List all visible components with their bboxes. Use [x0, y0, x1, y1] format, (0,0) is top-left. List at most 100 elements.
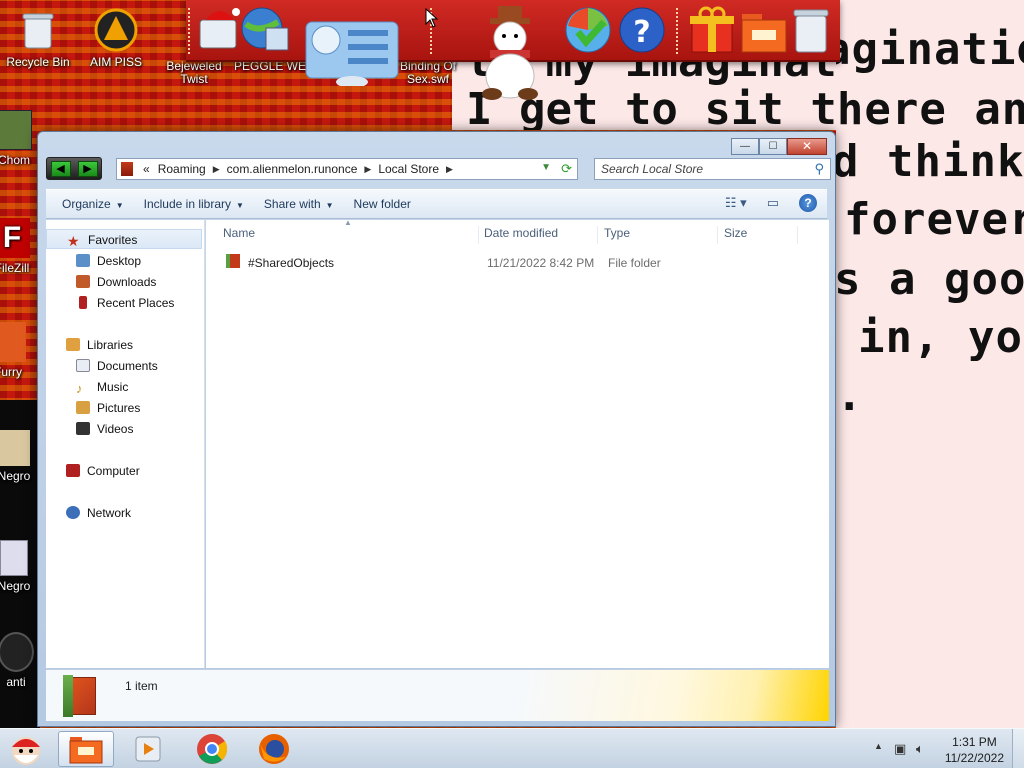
downloads-icon [76, 275, 90, 288]
address-bar[interactable]: « Roaming ▶ com.alienmelon.runonce ▶ Loc… [116, 158, 578, 180]
change-view-icon[interactable]: ☷ ▾ [725, 195, 747, 211]
sidebar-item-label: Pictures [97, 401, 141, 415]
column-header-type[interactable]: Type [598, 226, 718, 244]
view-buttons: ☷ ▾ ▭ ? [713, 194, 817, 212]
taskbar-firefox-button[interactable] [246, 731, 302, 767]
dock-help-icon[interactable]: ? [618, 4, 670, 56]
explorer-window: — ☐ ✕ ◀ ▶ « Roaming ▶ com.alienmelon.run… [37, 131, 836, 727]
aim-desktop-icon[interactable]: AIM PISS [78, 8, 154, 69]
sidebar-item-documents[interactable]: Documents [76, 356, 158, 376]
breadcrumb-com-alienmelon[interactable]: com.alienmelon.runonce [227, 162, 358, 176]
sidebar-item-music[interactable]: ♪ Music [76, 377, 128, 397]
breadcrumb-arrow-icon[interactable]: ▶ [213, 164, 220, 175]
column-header-name[interactable]: Name [217, 226, 479, 244]
desktop-icon-label: AIM PISS [89, 55, 142, 69]
sidebar-item-label: Documents [97, 359, 158, 373]
show-desktop-button[interactable] [1012, 729, 1024, 768]
dock-recycle-bin-icon[interactable] [786, 4, 838, 56]
dock-snowman-icon[interactable] [476, 6, 546, 106]
aimp-icon [94, 8, 138, 52]
taskbar-chrome-button[interactable] [184, 731, 240, 767]
dock-separator [188, 8, 190, 54]
table-row[interactable]: #SharedObjects 11/21/2022 8:42 PM File f… [216, 252, 816, 274]
sidebar-item-libraries[interactable]: Libraries [66, 335, 133, 355]
search-input[interactable]: Search Local Store ⚲ [594, 158, 831, 180]
file-list: ▲ Name Date modified Type Size #SharedOb… [206, 218, 829, 668]
sidebar-item-downloads[interactable]: Downloads [76, 272, 156, 292]
wallpaper-line: in, you [858, 312, 1024, 363]
filezilla-desktop-icon[interactable]: F FileZill [0, 218, 42, 275]
breadcrumb-overflow[interactable]: « [143, 162, 150, 176]
dock-windows-check-icon[interactable] [562, 4, 614, 56]
dock-control-panel-icon[interactable] [304, 18, 402, 88]
back-forward-buttons: ◀ ▶ [46, 157, 102, 180]
breadcrumb-local-store[interactable]: Local Store [378, 162, 439, 176]
sidebar-item-computer[interactable]: Computer [66, 461, 140, 481]
sidebar-item-favorites[interactable]: ★ Favorites [46, 229, 202, 249]
furry-desktop-icon[interactable]: Furry [0, 322, 38, 379]
refresh-icon[interactable]: ⟳ [561, 161, 572, 177]
help-icon[interactable]: ? [799, 194, 817, 212]
dock-globe-icon[interactable] [238, 4, 290, 56]
file-date: 11/21/2022 8:42 PM [487, 256, 595, 270]
back-button[interactable]: ◀ [50, 160, 71, 177]
sidebar-item-label: Computer [87, 464, 140, 478]
chevron-down-icon: ▼ [236, 201, 244, 210]
sidebar-item-label: Recent Places [97, 296, 175, 310]
desktop-icon-label: Binding Of Sex.swf [399, 59, 457, 86]
desktop-icon-label: Furry [0, 365, 22, 379]
network-icon [66, 506, 80, 519]
organize-label: Organize [62, 197, 111, 211]
sidebar-item-label: Network [87, 506, 132, 520]
new-folder-button[interactable]: New folder [344, 197, 421, 211]
minimize-button[interactable]: — [731, 138, 759, 155]
desktop-icon-label: anti [6, 675, 26, 689]
taskbar-media-player-button[interactable] [120, 731, 176, 767]
taskbar-explorer-button[interactable] [58, 731, 114, 767]
breadcrumb-roaming[interactable]: Roaming [158, 162, 206, 176]
wallpaper-line: s a goo [836, 254, 1024, 305]
dock-folder-icon[interactable] [738, 4, 790, 56]
sidebar-item-pictures[interactable]: Pictures [76, 398, 140, 418]
recent-places-icon [79, 296, 87, 309]
desktop-icon-label: Recycle Bin [6, 55, 70, 69]
sidebar-item-desktop[interactable]: Desktop [76, 251, 141, 271]
volume-icon[interactable]: 🔈︎ [916, 741, 924, 757]
recycle-bin-desktop-icon[interactable]: Recycle Bin [0, 8, 76, 69]
disc-icon [0, 632, 34, 672]
forward-button[interactable]: ▶ [77, 160, 98, 177]
command-bar: Organize ▼ Include in library ▼ Share with… [46, 189, 827, 219]
folder-icon [226, 254, 240, 268]
column-header-date-modified[interactable]: Date modified [478, 226, 598, 244]
dock-gift-icon[interactable] [686, 4, 738, 56]
sidebar-item-recent-places[interactable]: Recent Places [76, 293, 174, 313]
sidebar-item-label: Downloads [97, 275, 157, 289]
desktop-icon [76, 254, 90, 267]
show-hidden-icons-icon[interactable]: ▲ [874, 741, 883, 751]
sidebar-item-network[interactable]: Network [66, 503, 131, 523]
close-button[interactable]: ✕ [787, 138, 827, 155]
dock-bar: ? [186, 0, 840, 100]
organize-button[interactable]: Organize ▼ [52, 197, 134, 211]
bejeweled-desktop-icon[interactable]: Bejeweled Twist [156, 60, 232, 86]
sidebar-item-label: Libraries [87, 338, 134, 352]
include-in-library-button[interactable]: Include in library ▼ [134, 197, 254, 211]
wallpaper-line: forever [844, 194, 1024, 245]
start-button[interactable] [0, 731, 52, 767]
game-icon [0, 322, 26, 362]
column-header-size[interactable]: Size [718, 226, 798, 244]
maximize-button[interactable]: ☐ [759, 138, 787, 155]
clock[interactable]: 1:31 PM 11/22/2022 [945, 734, 1004, 766]
taskbar: ▲ ▣ 🔈︎ 1:31 PM 11/22/2022 [0, 728, 1024, 768]
sidebar-item-videos[interactable]: Videos [76, 419, 133, 439]
breadcrumb-arrow-icon[interactable]: ▶ [364, 164, 371, 175]
address-dropdown-icon[interactable]: ▼ [541, 162, 551, 173]
star-icon: ★ [67, 233, 80, 249]
navigation-row: ◀ ▶ « Roaming ▶ com.alienmelon.runonce ▶… [46, 157, 831, 181]
breadcrumb-arrow-icon[interactable]: ▶ [446, 164, 453, 175]
search-icon[interactable]: ⚲ [814, 161, 824, 177]
preview-pane-icon[interactable]: ▭ [767, 195, 779, 211]
network-tray-icon[interactable]: ▣ [894, 741, 906, 757]
caption-buttons: — ☐ ✕ [731, 138, 827, 155]
share-with-button[interactable]: Share with ▼ [254, 197, 344, 211]
